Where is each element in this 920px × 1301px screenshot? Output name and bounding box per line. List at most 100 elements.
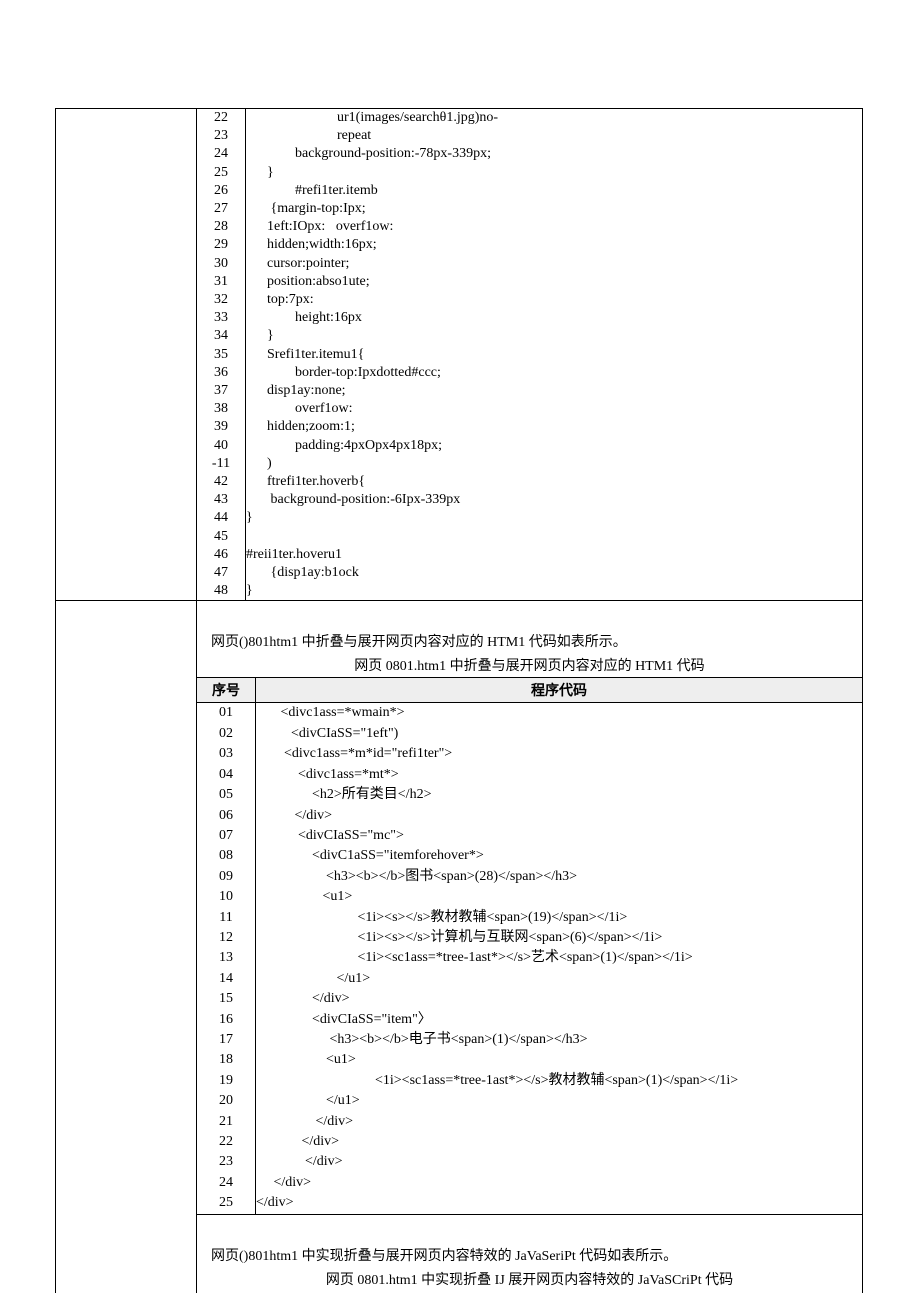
code-line: </u1> <box>256 1091 863 1111</box>
code-line: ftrefi1ter.hoverb{ <box>246 473 863 491</box>
line-number: 13 <box>197 948 256 968</box>
code-line: <divc1ass=*wmain*> <box>256 703 863 724</box>
mid-row: 网页()801htm1 中折叠与展开网页内容对应的 HTM1 代码如表所示。 网… <box>56 600 862 1292</box>
code-line: <divc1ass=*mt*> <box>256 765 863 785</box>
code-line: repeat <box>246 127 863 145</box>
code-line: #refi1ter.itemb <box>246 182 863 200</box>
code-line: <h2>所有类目</h2> <box>256 785 863 805</box>
code-line: } <box>246 509 863 527</box>
code-line: hidden;zoom:1; <box>246 418 863 436</box>
line-number: 47 <box>197 564 246 582</box>
line-number: 24 <box>197 145 246 163</box>
code-line: {margin-top:Ipx; <box>246 200 863 218</box>
gap-1 <box>197 601 862 627</box>
line-number: 33 <box>197 309 246 327</box>
left-margin-2 <box>56 601 197 1292</box>
code-line <box>246 528 863 546</box>
line-number: 22 <box>197 109 246 127</box>
code-line: <divc1ass=*m*id="refi1ter"> <box>256 744 863 764</box>
paragraph-2: 网页()801htm1 中实现折叠与展开网页内容特效的 JaVaSeriPt 代… <box>197 1241 862 1269</box>
line-number: 38 <box>197 400 246 418</box>
line-number: 34 <box>197 327 246 345</box>
line-number: 40 <box>197 437 246 455</box>
line-number: 08 <box>197 846 256 866</box>
line-number: 46 <box>197 546 246 564</box>
code-line: #reii1ter.hoveru1 <box>246 546 863 564</box>
code-line: <u1> <box>256 1050 863 1070</box>
code-line: overf1ow: <box>246 400 863 418</box>
line-number: 23 <box>197 1152 256 1172</box>
code-line: <divCIaSS="1eft") <box>256 724 863 744</box>
code-line: } <box>246 164 863 182</box>
code-line: padding:4pxOpx4px18px; <box>246 437 863 455</box>
code-line: </u1> <box>256 969 863 989</box>
line-number: 16 <box>197 1010 256 1030</box>
code-line: disp1ay:none; <box>246 382 863 400</box>
line-number: 45 <box>197 528 246 546</box>
code-line: </div> <box>256 1173 863 1193</box>
code-line: <divC1aSS="itemforehover*> <box>256 846 863 866</box>
line-number: 24 <box>197 1173 256 1193</box>
th-seq: 序号 <box>197 678 256 703</box>
code-line: <divCIaSS="mc"> <box>256 826 863 846</box>
code-line: hidden;width:16px; <box>246 236 863 254</box>
line-number: 14 <box>197 969 256 989</box>
line-number: 04 <box>197 765 256 785</box>
line-number: 43 <box>197 491 246 509</box>
line-number: 20 <box>197 1091 256 1111</box>
line-number: 21 <box>197 1112 256 1132</box>
line-number: 27 <box>197 200 246 218</box>
line-number: 32 <box>197 291 246 309</box>
code-line: ) <box>246 455 863 473</box>
line-number: 35 <box>197 346 246 364</box>
code-line: 1eft:IOpx: overf1ow: <box>246 218 863 236</box>
line-number: 10 <box>197 887 256 907</box>
table3-title: 网页 0801.htm1 中实现折叠 IJ 展开网页内容特效的 JaVaSCri… <box>197 1269 862 1293</box>
line-number: 36 <box>197 364 246 382</box>
code-line: <u1> <box>256 887 863 907</box>
code-line: top:7px: <box>246 291 863 309</box>
code-line: <1i><s></s>教材教辅<span>(19)</span></1i> <box>256 908 863 928</box>
line-number: 01 <box>197 703 256 724</box>
line-number: 23 <box>197 127 246 145</box>
line-number: 15 <box>197 989 256 1009</box>
code-line: </div> <box>256 989 863 1009</box>
line-number: 09 <box>197 867 256 887</box>
gap-2 <box>197 1215 862 1241</box>
section-2: 网页()801htm1 中折叠与展开网页内容对应的 HTM1 代码如表所示。 网… <box>197 601 862 1292</box>
code-line: Srefi1ter.itemu1{ <box>246 346 863 364</box>
line-number: 17 <box>197 1030 256 1050</box>
code-line: position:abso1ute; <box>246 273 863 291</box>
code-line: background-position:-6Ipx-339px <box>246 491 863 509</box>
line-number: 37 <box>197 382 246 400</box>
code-line: } <box>246 582 863 600</box>
code-line: ur1(images/searchθ1.jpg)no- <box>246 109 863 127</box>
page: 22 ur1(images/searchθ1.jpg)no-23 repeat2… <box>0 0 920 1301</box>
code-line: </div> <box>256 1132 863 1152</box>
line-number: 06 <box>197 806 256 826</box>
code-line: cursor:pointer; <box>246 255 863 273</box>
code-line: </div> <box>256 1152 863 1172</box>
code-line: </div> <box>256 806 863 826</box>
line-number: 30 <box>197 255 246 273</box>
line-number: 25 <box>197 1193 256 1214</box>
code-line: border-top:Ipxdotted#ccc; <box>246 364 863 382</box>
line-number: 03 <box>197 744 256 764</box>
code-line: <1i><sc1ass=*tree-1ast*></s>教材教辅<span>(1… <box>256 1071 863 1091</box>
code-line: </div> <box>256 1193 863 1214</box>
line-number: 31 <box>197 273 246 291</box>
code-block-1-wrapper: 22 ur1(images/searchθ1.jpg)no-23 repeat2… <box>197 109 862 600</box>
th-code: 程序代码 <box>256 678 863 703</box>
code-line: <h3><b></b>电子书<span>(1)</span></h3> <box>256 1030 863 1050</box>
code-line: <h3><b></b>图书<span>(28)</span></h3> <box>256 867 863 887</box>
table2-title: 网页 0801.htm1 中折叠与展开网页内容对应的 HTM1 代码 <box>197 655 862 677</box>
line-number: 44 <box>197 509 246 527</box>
line-number: 39 <box>197 418 246 436</box>
top-row: 22 ur1(images/searchθ1.jpg)no-23 repeat2… <box>56 109 862 600</box>
code-line: } <box>246 327 863 345</box>
line-number: 28 <box>197 218 246 236</box>
code-line: <divCIaSS="item"〉 <box>256 1010 863 1030</box>
left-margin <box>56 109 197 600</box>
code-line: </div> <box>256 1112 863 1132</box>
line-number: 19 <box>197 1071 256 1091</box>
